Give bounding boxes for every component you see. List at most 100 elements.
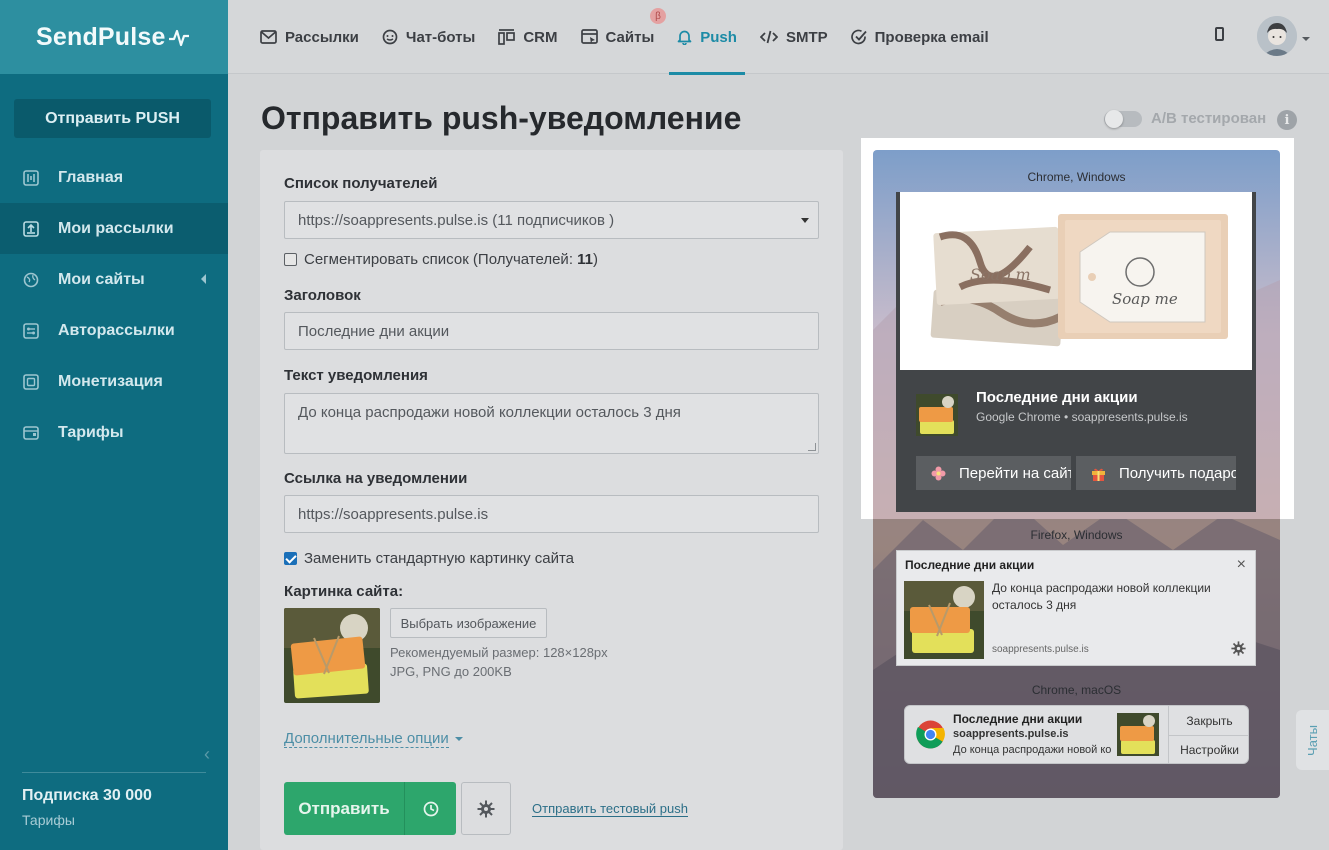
replace-image-checkbox[interactable] xyxy=(284,552,297,565)
close-icon[interactable]: × xyxy=(1237,556,1246,574)
segment-checkbox[interactable] xyxy=(284,253,297,266)
info-icon[interactable]: i xyxy=(1277,110,1297,130)
chrome-windows-notification: Soap m Soap me Последние дни акции Googl… xyxy=(896,192,1256,512)
tab-label: SMTP xyxy=(785,28,828,46)
sites-icon xyxy=(580,29,598,45)
top-nav: Рассылки Чат-боты CRM Сайты Push SMTP Пр… xyxy=(260,0,1012,75)
sidebar-item-label: Главная xyxy=(58,168,124,186)
wallet-icon xyxy=(22,424,40,442)
soap-product-image: Soap m Soap me xyxy=(900,192,1252,370)
text-label: Текст уведомления xyxy=(284,367,428,384)
chrome-notification-title: Последние дни акции xyxy=(976,389,1138,406)
mac-close-button[interactable]: Закрыть xyxy=(1169,706,1248,735)
ab-test-toggle[interactable] xyxy=(1104,110,1142,128)
chevron-down-icon xyxy=(455,737,463,741)
recipients-label: Список получателей xyxy=(284,175,438,192)
chrome-macos-label: Chrome, macOS xyxy=(1031,683,1122,697)
mac-notification-title: Последние дни акции xyxy=(953,712,1083,726)
chrome-macos-notification: Последние дни акции soappresents.pulse.i… xyxy=(904,705,1249,764)
chrome-action-label-1: Перейти на сайт xyxy=(959,464,1071,482)
tab-mailings[interactable]: Рассылки xyxy=(260,0,359,74)
avatar-dropdown-icon[interactable] xyxy=(1302,37,1310,41)
tab-sites[interactable]: Сайты xyxy=(580,0,655,74)
choose-image-button[interactable]: Выбрать изображение xyxy=(390,608,547,638)
sidebar: SendPulse Отправить PUSH Главная Мои рас… xyxy=(0,0,228,850)
link-label: Ссылка на уведомлении xyxy=(284,470,468,487)
mobile-app-icon[interactable] xyxy=(1215,27,1224,41)
title-label: Заголовок xyxy=(284,287,361,304)
gear-icon xyxy=(477,800,495,817)
chrome-logo-icon xyxy=(916,720,945,749)
schedule-clock-icon[interactable] xyxy=(405,801,456,817)
sendpulse-logo[interactable]: SendPulse xyxy=(36,23,189,52)
text-value: До конца распродажи новой коллекции оста… xyxy=(298,404,681,421)
title-input[interactable]: Последние дни акции xyxy=(284,312,819,350)
mac-notification-text: До конца распродажи новой коллекции оста… xyxy=(953,744,1111,756)
tab-label: Чат-боты xyxy=(405,28,476,46)
top-bar: Рассылки Чат-боты CRM Сайты Push SMTP Пр… xyxy=(228,0,1329,75)
subscription-title: Подписка 30 000 xyxy=(22,787,152,804)
chats-tab[interactable]: Чаты xyxy=(1296,710,1329,770)
tab-label: Сайты xyxy=(605,28,655,46)
logo-area[interactable]: SendPulse xyxy=(0,0,228,74)
mac-settings-button[interactable]: Настройки xyxy=(1169,735,1248,763)
recipients-select[interactable]: https://soappresents.pulse.is (11 подпис… xyxy=(284,201,819,239)
sidebar-item-monetization[interactable]: Монетизация xyxy=(0,356,228,407)
select-caret-icon xyxy=(801,218,809,223)
tab-chatbots[interactable]: Чат-боты xyxy=(382,0,475,74)
notification-large-image: Soap m Soap me xyxy=(900,192,1252,370)
sidebar-item-label: Монетизация xyxy=(58,372,163,390)
sidebar-item-home[interactable]: Главная xyxy=(0,152,228,203)
recipients-value: https://soappresents.pulse.is (11 подпис… xyxy=(298,211,615,229)
firefox-notification-image xyxy=(904,581,984,659)
site-image-label: Картинка сайта: xyxy=(284,583,404,600)
replace-image-label: Заменить стандартную картинку сайта xyxy=(304,550,575,567)
push-form: Список получателей https://soappresents.… xyxy=(260,150,843,850)
collapse-sidebar-icon[interactable]: ‹ xyxy=(204,744,210,765)
sidebar-item-label: Мои рассылки xyxy=(58,219,174,237)
chats-tab-label: Чаты xyxy=(1304,724,1320,756)
check-circle-icon xyxy=(850,29,867,45)
chrome-windows-label: Chrome, Windows xyxy=(1027,170,1126,184)
site-image-thumbnail xyxy=(284,608,380,703)
sidebar-item-tariffs[interactable]: Тарифы xyxy=(0,407,228,458)
send-push-button[interactable]: Отправить PUSH xyxy=(14,99,211,138)
sidebar-nav: Главная Мои рассылки Мои сайты Авторассы… xyxy=(0,152,228,458)
settings-button[interactable] xyxy=(461,782,511,835)
beta-badge: β xyxy=(650,8,666,24)
tab-smtp[interactable]: SMTP xyxy=(759,0,828,74)
tab-crm[interactable]: CRM xyxy=(498,0,558,74)
chrome-action-button-1[interactable]: Перейти на сайт xyxy=(916,456,1071,490)
flower-icon xyxy=(931,466,946,481)
send-button[interactable]: Отправить xyxy=(284,782,456,835)
send-test-push-link[interactable]: Отправить тестовый push xyxy=(532,802,688,817)
tab-push[interactable]: Push xyxy=(669,0,745,75)
text-textarea[interactable]: До конца распродажи новой коллекции оста… xyxy=(284,393,819,454)
resize-handle-icon[interactable] xyxy=(808,443,816,451)
tab-email-verification[interactable]: Проверка email xyxy=(850,0,989,74)
code-icon xyxy=(759,30,778,44)
link-input[interactable]: https://soappresents.pulse.is xyxy=(284,495,819,533)
tariffs-link[interactable]: Тарифы xyxy=(22,812,75,828)
gear-icon[interactable] xyxy=(1231,641,1246,661)
image-format-hint: JPG, PNG до 200KB xyxy=(390,664,512,679)
sidebar-item-sites[interactable]: Мои сайты xyxy=(0,254,228,305)
sidebar-item-campaigns[interactable]: Мои рассылки xyxy=(0,203,228,254)
segment-checkbox-row[interactable]: Сегментировать список (Получателей: 11) xyxy=(284,251,598,268)
sidebar-item-automation[interactable]: Авторассылки xyxy=(0,305,228,356)
avatar[interactable] xyxy=(1257,16,1297,56)
more-options-link[interactable]: Дополнительные опции xyxy=(284,730,449,748)
firefox-windows-label: Firefox, Windows xyxy=(1030,528,1123,542)
expand-caret-icon[interactable] xyxy=(201,274,206,284)
user-avatar-icon xyxy=(1257,16,1297,56)
bell-icon xyxy=(677,29,692,45)
tab-label: Push xyxy=(700,28,737,46)
chrome-action-button-2[interactable]: Получить подарок xyxy=(1076,456,1236,490)
firefox-notification-domain: soappresents.pulse.is xyxy=(992,644,1089,655)
pulse-logo-icon xyxy=(168,29,189,47)
tab-label: Проверка email xyxy=(874,28,989,46)
ab-test-label: A/B тестировани xyxy=(1151,110,1267,127)
firefox-notification-text: До конца распродажи новой коллекции оста… xyxy=(992,581,1211,612)
replace-image-row[interactable]: Заменить стандартную картинку сайта xyxy=(284,550,574,567)
sidebar-divider xyxy=(22,772,206,773)
